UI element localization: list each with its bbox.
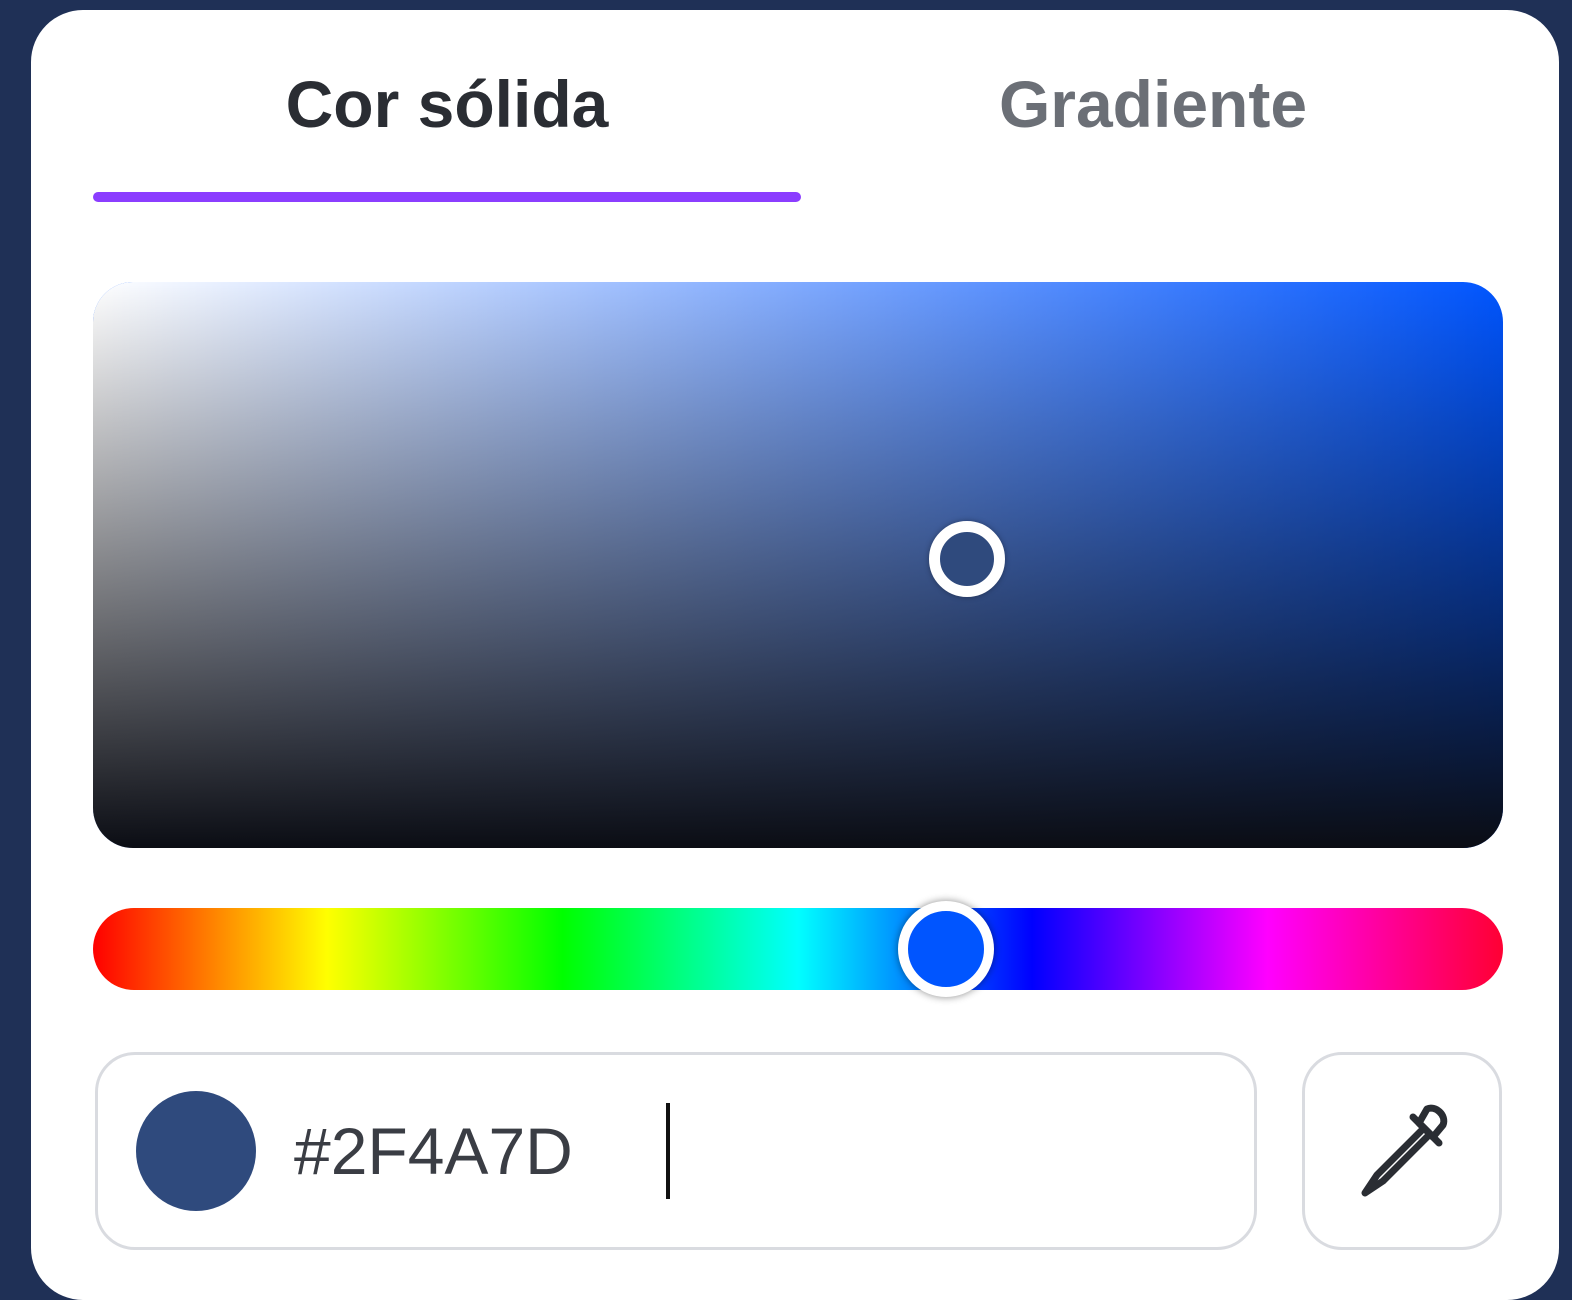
tab-solid-color[interactable]: Cor sólida: [93, 54, 801, 154]
text-caret: [666, 1103, 670, 1199]
hue-slider-handle[interactable]: [898, 901, 995, 997]
eyedropper-icon: [1361, 1104, 1448, 1197]
hex-input[interactable]: [294, 1095, 1194, 1207]
color-picker-panel: Cor sólida Gradiente: [31, 10, 1559, 1300]
hue-slider[interactable]: [93, 901, 1503, 997]
hex-color-field[interactable]: [95, 1052, 1257, 1250]
saturation-value-handle[interactable]: [929, 521, 1006, 598]
active-tab-indicator: [93, 192, 801, 202]
eyedropper-button[interactable]: [1302, 1052, 1502, 1250]
saturation-value-area[interactable]: [93, 282, 1503, 848]
color-mode-tabs: Cor sólida Gradiente: [93, 10, 1505, 210]
color-swatch: [136, 1091, 256, 1211]
tab-solid-color-label: Cor sólida: [285, 67, 609, 141]
value-gradient: [93, 282, 1503, 848]
tab-gradient[interactable]: Gradiente: [801, 54, 1505, 154]
tab-gradient-label: Gradiente: [998, 67, 1308, 141]
